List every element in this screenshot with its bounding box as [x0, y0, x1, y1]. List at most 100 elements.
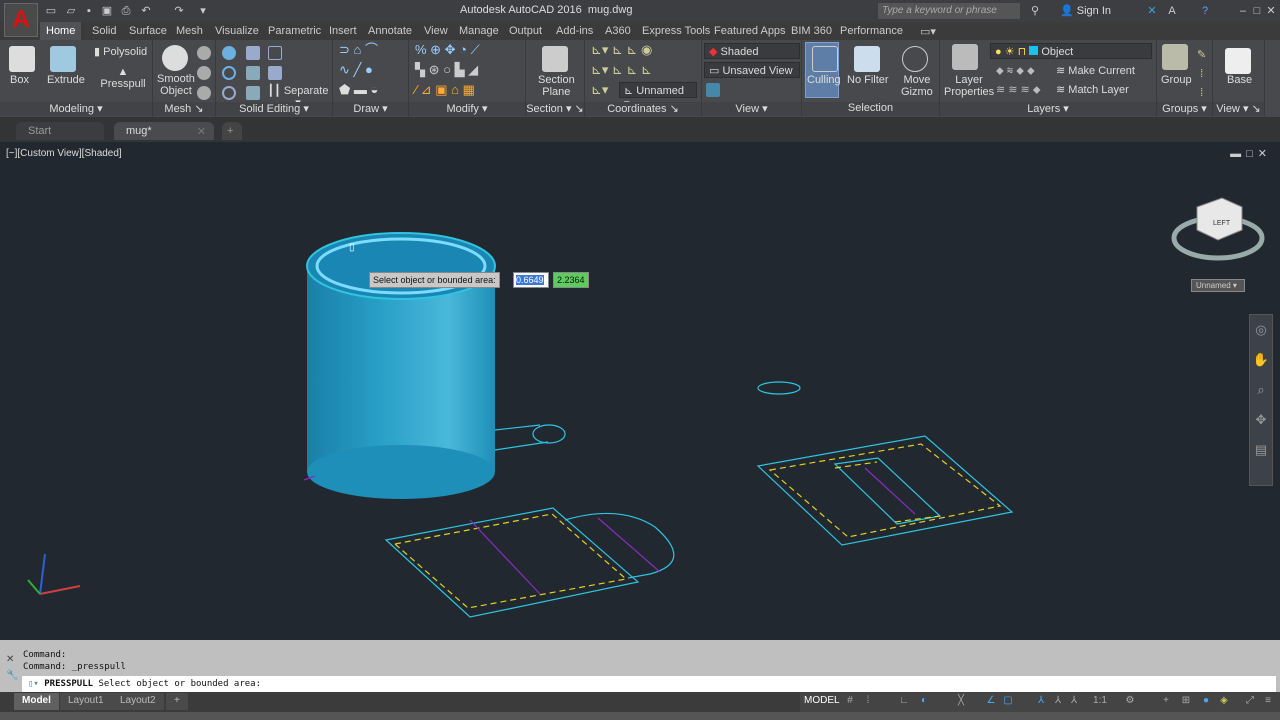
viewcube[interactable] — [1171, 197, 1265, 261]
layer-properties-icon[interactable] — [952, 44, 978, 70]
intersect-icon[interactable] — [222, 86, 236, 100]
navigation-bar[interactable]: ◎ ✋ ⌕ ✥ ▤ — [1249, 314, 1273, 486]
tab-surface[interactable]: Surface — [123, 24, 173, 38]
tab-view[interactable]: View — [418, 24, 454, 38]
draw-tools-icon[interactable]: ⊃ ⌂ ⌒ — [339, 43, 378, 56]
ucs-icon[interactable]: ⊾▾ — [591, 83, 608, 96]
ucs-menu[interactable]: Unnamed ▾ — [1191, 279, 1245, 292]
layer-properties-button[interactable]: Layer Properties — [944, 74, 994, 98]
close-icon[interactable]: ✕ — [1264, 4, 1278, 18]
sign-in-button[interactable]: 👤 Sign In — [1060, 4, 1111, 17]
annotation-monitor-icon[interactable]: + — [1160, 695, 1172, 707]
ucs-dropdown[interactable]: ⊾ Unnamed ▾ — [619, 82, 697, 110]
panel-label[interactable]: Modeling ▾ — [0, 102, 152, 116]
layer-tools-icon[interactable]: ⬥ ≋ ⬥ ⬥ — [996, 65, 1035, 77]
add-layout-button[interactable]: + — [166, 693, 188, 710]
subtract-icon[interactable] — [222, 66, 236, 80]
tab-a360[interactable]: A360 — [599, 24, 637, 38]
hardware-acceleration-icon[interactable]: ◈ — [1218, 695, 1230, 707]
mesh-icon[interactable] — [197, 66, 211, 80]
a360-icon[interactable]: A — [1165, 4, 1179, 18]
tab-featured-apps[interactable]: Featured Apps — [708, 24, 792, 38]
dynamic-input-y[interactable]: 2.2364 — [553, 272, 589, 288]
modify-tools-icon[interactable]: % ⊕ ✥ ◔ ⟋ — [415, 43, 480, 56]
viewcube-face-left[interactable]: LEFT — [1213, 220, 1230, 227]
command-input[interactable]: ▯▾ PRESSPULL Select object or bounded ar… — [22, 676, 1276, 692]
object-snap-tracking-icon[interactable]: ∠ — [985, 695, 997, 707]
box-icon[interactable] — [9, 46, 35, 72]
panel-label[interactable]: Modify ▾ — [409, 102, 525, 116]
tab-model[interactable]: Model — [14, 693, 59, 710]
shell-icon[interactable] — [268, 46, 282, 60]
units-icon[interactable]: ⊞ — [1180, 695, 1192, 707]
presspull-button[interactable]: ▲ Presspull — [94, 66, 152, 90]
move-gizmo-button[interactable]: Move Gizmo — [901, 74, 933, 98]
print-icon[interactable]: ⎙ — [119, 4, 133, 18]
viewport-config-icon[interactable] — [706, 83, 720, 97]
group-button[interactable]: Group — [1161, 74, 1192, 86]
slice-icon[interactable] — [246, 66, 260, 80]
no-filter-button[interactable]: No Filter — [847, 74, 889, 86]
customization-menu-icon[interactable]: ≡ — [1262, 695, 1274, 707]
section-plane-icon[interactable] — [542, 46, 568, 72]
imprint-icon[interactable] — [246, 86, 260, 100]
annotation-scale-icon[interactable]: ⅄ — [1068, 695, 1080, 707]
panel-label[interactable]: Layers ▾ — [940, 102, 1156, 116]
section-plane-button[interactable]: Section Plane — [538, 74, 575, 98]
tab-bim360[interactable]: BIM 360 — [785, 24, 838, 38]
tab-add-ins[interactable]: Add-ins — [550, 24, 599, 38]
smooth-object-button[interactable]: Smooth Object — [157, 73, 195, 97]
tab-visualize[interactable]: Visualize — [209, 24, 265, 38]
drawing-canvas[interactable] — [0, 142, 1280, 640]
maximize-icon[interactable]: □ — [1250, 4, 1264, 18]
no-filter-icon[interactable] — [854, 46, 880, 72]
group-icon[interactable] — [1162, 44, 1188, 70]
clean-screen-icon[interactable]: ⤢ — [1244, 695, 1256, 707]
tab-layout1[interactable]: Layout1 — [60, 693, 112, 710]
tab-mug[interactable]: mug* ✕ — [114, 122, 214, 140]
grid-icon[interactable]: # — [844, 695, 856, 707]
base-button[interactable]: Base — [1227, 74, 1252, 86]
isolate-objects-icon[interactable]: ● — [1200, 695, 1212, 707]
tab-home[interactable]: Home — [40, 22, 82, 40]
make-current-button[interactable]: ≋ Make Current — [1056, 65, 1135, 77]
tab-output[interactable]: Output — [503, 24, 548, 38]
tab-start[interactable]: Start — [16, 122, 104, 140]
named-view-dropdown[interactable]: ▭ Unsaved View — [704, 62, 800, 78]
tab-express-tools[interactable]: Express Tools — [636, 24, 716, 38]
layer-dropdown[interactable]: ● ☀ ⊓ Object — [990, 43, 1152, 59]
save-icon[interactable]: ▪ — [82, 4, 96, 18]
union-icon[interactable] — [222, 46, 236, 60]
redo-icon[interactable]: ↷ — [172, 4, 186, 18]
group-tools-icon[interactable]: ✎ ⁞ ⁞ — [1197, 46, 1206, 103]
help-icon[interactable]: ? — [1198, 4, 1212, 18]
application-menu-button[interactable]: A — [4, 3, 38, 37]
tab-mesh[interactable]: Mesh — [170, 24, 209, 38]
undo-icon[interactable]: ↶ — [139, 4, 153, 18]
draw-tools-icon[interactable]: ∿ ╱ ● — [339, 63, 373, 76]
modify-tools-icon[interactable]: ▚ ⊛ ○ ▙ ◢ — [415, 63, 478, 76]
visual-style-dropdown[interactable]: ◆ Shaded — [704, 43, 800, 59]
tab-annotate[interactable]: Annotate — [362, 24, 418, 38]
extract-edges-icon[interactable] — [268, 66, 282, 80]
draw-tools-icon[interactable]: ⬟ ▬ ◒ — [339, 83, 378, 96]
modify-tools-icon[interactable]: ⁄ ⊿ ▣ ⌂ ▦ — [415, 83, 475, 96]
new-tab-button[interactable]: + — [222, 122, 242, 140]
annotation-scale-dropdown[interactable]: 1:1 — [1090, 695, 1110, 707]
new-icon[interactable]: ▭ — [44, 4, 58, 18]
drawing-viewport[interactable]: [−][Custom View][Shaded] ▬□✕ LEFT Unname… — [0, 142, 1280, 640]
panel-label[interactable]: View ▾ — [702, 102, 801, 116]
isodraft-icon[interactable]: ╳ — [955, 695, 967, 707]
minimize-icon[interactable]: – — [1236, 4, 1250, 18]
ortho-icon[interactable]: ∟ — [898, 695, 910, 707]
tab-performance[interactable]: Performance — [834, 24, 909, 38]
customize-chevron-icon[interactable]: ▾ — [196, 4, 210, 18]
smooth-object-icon[interactable] — [162, 45, 188, 71]
polar-icon[interactable]: ◐ — [918, 695, 930, 707]
object-snap-icon[interactable]: ▢ — [1002, 695, 1014, 707]
panel-label[interactable]: Groups ▾ — [1157, 102, 1212, 116]
annotation-visibility-icon[interactable]: ⅄ — [1035, 695, 1047, 707]
search-input[interactable]: Type a keyword or phrase — [878, 3, 1020, 19]
command-window-close-icon[interactable]: ✕ 🔧 — [6, 652, 18, 684]
match-layer-button[interactable]: ≋ Match Layer — [1056, 84, 1129, 96]
